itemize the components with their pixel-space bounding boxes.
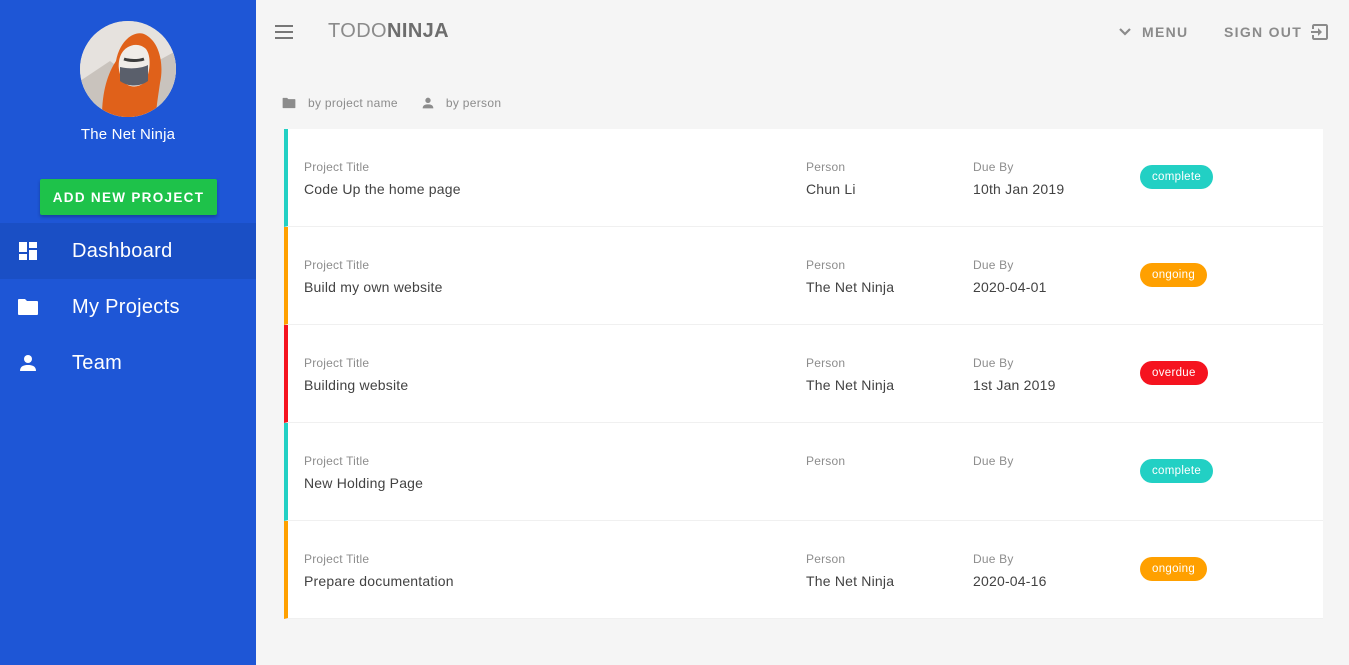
column-caption: Person xyxy=(806,552,846,566)
column-caption: Project Title xyxy=(304,160,370,174)
sort-by-person-label: by person xyxy=(445,96,502,110)
project-row[interactable]: Project Title Prepare documentation Pers… xyxy=(284,521,1323,619)
column-caption: Project Title xyxy=(304,552,370,566)
column-caption: Due By xyxy=(973,160,1014,174)
column-caption: Person xyxy=(806,258,846,272)
column-caption: Project Title xyxy=(304,356,370,370)
column-caption: Due By xyxy=(973,552,1014,566)
sidebar-item-label: Dashboard xyxy=(72,240,173,262)
dashboard-icon xyxy=(17,240,39,262)
sidebar-item-my-projects[interactable]: My Projects xyxy=(0,279,256,335)
folder-icon xyxy=(17,296,39,318)
status-badge: overdue xyxy=(1140,361,1208,385)
project-title-column: Project Title Prepare documentation xyxy=(304,552,454,589)
menu-label: MENU xyxy=(1142,24,1189,40)
sort-by-person-button[interactable]: by person xyxy=(422,96,501,110)
person-name: Chun Li xyxy=(806,181,856,197)
due-date: 2020-04-01 xyxy=(973,279,1047,295)
project-title-column: Project Title Building website xyxy=(304,356,408,393)
person-column: Person Chun Li xyxy=(806,160,856,197)
column-caption: Due By xyxy=(973,356,1014,370)
sort-by-project-button[interactable]: by project name xyxy=(282,96,398,110)
column-caption: Due By xyxy=(973,258,1014,272)
column-caption: Project Title xyxy=(304,258,370,272)
sidebar-item-label: Team xyxy=(72,352,123,374)
due-date: 1st Jan 2019 xyxy=(973,377,1056,393)
hamburger-menu-icon[interactable] xyxy=(272,21,296,43)
sign-out-label: SIGN OUT xyxy=(1224,24,1303,40)
project-title: Prepare documentation xyxy=(304,573,454,589)
person-name: The Net Ninja xyxy=(806,279,895,295)
column-caption: Person xyxy=(806,454,846,468)
menu-button[interactable]: MENU xyxy=(1118,20,1188,44)
project-title: New Holding Page xyxy=(304,475,424,491)
status-badge: complete xyxy=(1140,165,1214,189)
person-column: Person The Net Ninja xyxy=(806,356,894,393)
status-badge: ongoing xyxy=(1140,557,1208,581)
person-column: Person The Net Ninja xyxy=(806,258,894,295)
app-toolbar: TODONINJA MENU SIGN OUT xyxy=(256,0,1349,64)
due-column: Due By xyxy=(973,454,1014,475)
project-title: Build my own website xyxy=(304,279,443,295)
due-column: Due By 1st Jan 2019 xyxy=(973,356,1056,393)
person-icon xyxy=(17,352,39,374)
project-row[interactable]: Project Title Build my own website Perso… xyxy=(284,227,1323,325)
status-badge: ongoing xyxy=(1140,263,1208,287)
due-column: Due By 10th Jan 2019 xyxy=(973,160,1064,197)
project-row[interactable]: Project Title Building website Person Th… xyxy=(284,325,1323,423)
sort-controls: by project name by person xyxy=(282,93,525,113)
sidebar-item-team[interactable]: Team xyxy=(0,335,256,391)
column-caption: Due By xyxy=(973,454,1014,468)
due-column: Due By 2020-04-16 xyxy=(973,552,1047,589)
chevron-down-icon xyxy=(1118,27,1132,37)
sort-by-project-label: by project name xyxy=(308,96,398,110)
sign-out-button[interactable]: SIGN OUT xyxy=(1224,20,1330,44)
exit-icon xyxy=(1310,22,1330,42)
folder-icon xyxy=(282,97,308,109)
person-name: The Net Ninja xyxy=(806,573,895,589)
column-caption: Project Title xyxy=(304,454,370,468)
project-row[interactable]: Project Title Code Up the home page Pers… xyxy=(284,129,1323,227)
brand-bold-text: NINJA xyxy=(387,20,450,42)
project-title-column: Project Title Build my own website xyxy=(304,258,443,295)
due-column: Due By 2020-04-01 xyxy=(973,258,1047,295)
add-new-project-button[interactable]: ADD NEW PROJECT xyxy=(40,179,217,215)
project-row[interactable]: Project Title New Holding Page Person Du… xyxy=(284,423,1323,521)
person-column: Person xyxy=(806,454,845,475)
project-title: Building website xyxy=(304,377,409,393)
project-title-column: Project Title Code Up the home page xyxy=(304,160,461,197)
project-list: Project Title Code Up the home page Pers… xyxy=(284,129,1323,619)
due-date: 10th Jan 2019 xyxy=(973,181,1065,197)
person-column: Person The Net Ninja xyxy=(806,552,894,589)
project-title-column: Project Title New Holding Page xyxy=(304,454,423,491)
status-badge: complete xyxy=(1140,459,1214,483)
brand-light-text: TODO xyxy=(328,20,388,42)
user-name: The Net Ninja xyxy=(80,126,176,143)
project-title: Code Up the home page xyxy=(304,181,461,197)
avatar xyxy=(80,21,176,117)
column-caption: Person xyxy=(806,160,846,174)
sidebar-item-label: My Projects xyxy=(72,296,180,318)
app-title: TODONINJA xyxy=(328,20,449,43)
navigation-drawer: The Net Ninja ADD NEW PROJECT Dashboard … xyxy=(0,0,256,665)
person-name: The Net Ninja xyxy=(806,377,895,393)
due-date: 2020-04-16 xyxy=(973,573,1047,589)
sidebar-item-dashboard[interactable]: Dashboard xyxy=(0,223,256,279)
person-icon xyxy=(422,97,446,109)
column-caption: Person xyxy=(806,356,846,370)
